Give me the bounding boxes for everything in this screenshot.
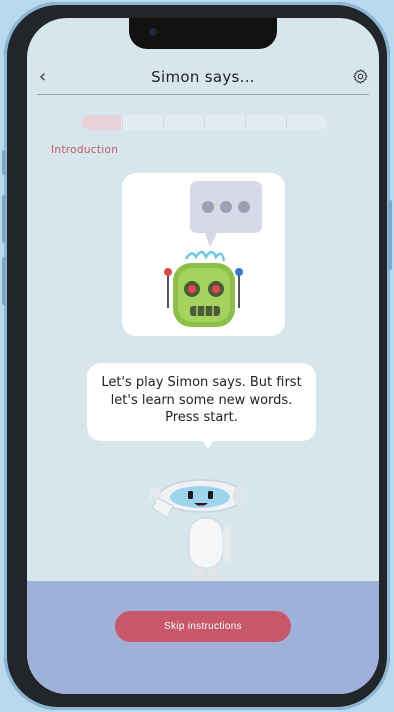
speech-bubble: Let's play Simon says. But first let's l… — [87, 363, 316, 441]
page-title: Simon says... — [151, 68, 255, 86]
camera-notch — [129, 18, 277, 49]
app-screen: ‹ Simon says... Introduction Let's play … — [27, 18, 379, 694]
robot-illustration-card — [122, 173, 285, 336]
power-button — [388, 200, 392, 270]
progress-fill — [82, 115, 122, 130]
gear-icon[interactable] — [352, 68, 369, 85]
section-label: Introduction — [51, 144, 119, 156]
header-divider — [37, 94, 369, 95]
mute-switch — [2, 150, 6, 175]
progress-divider — [286, 115, 287, 130]
volume-up-button — [2, 195, 6, 243]
volume-down-button — [2, 257, 6, 305]
mascot-robot-illustration — [149, 479, 245, 582]
progress-bar — [82, 115, 327, 130]
robot-thinking-illustration — [164, 181, 262, 327]
skip-instructions-button[interactable]: Skip instructions — [115, 611, 291, 642]
progress-divider — [163, 115, 164, 130]
camera-icon — [149, 28, 157, 36]
speech-text: Let's play Simon says. But first let's l… — [101, 375, 302, 425]
progress-divider — [122, 115, 123, 130]
header-bar: ‹ Simon says... — [27, 64, 379, 94]
progress-divider — [204, 115, 205, 130]
speech-bubble-tail — [201, 439, 215, 449]
progress-divider — [245, 115, 246, 130]
